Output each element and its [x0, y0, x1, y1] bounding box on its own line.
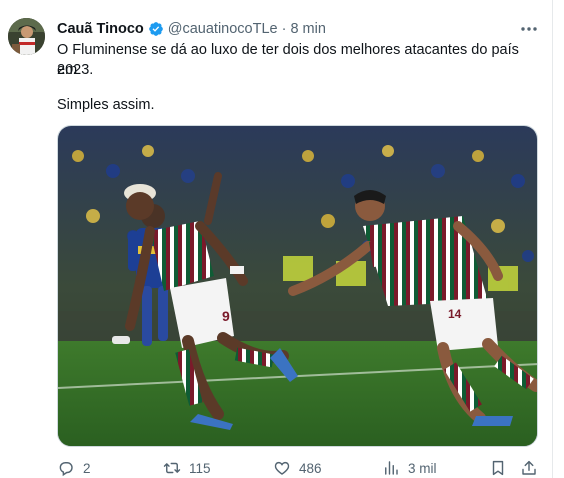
more-icon [521, 27, 537, 31]
handle[interactable]: @cauatinocoTLe [168, 21, 278, 37]
like-count: 486 [299, 460, 322, 476]
heart-icon [274, 461, 290, 475]
avatar-image [8, 18, 45, 55]
share-button[interactable] [520, 458, 538, 478]
timestamp[interactable]: 8 min [290, 21, 325, 37]
display-name[interactable]: Cauã Tinoco [57, 21, 144, 37]
tweet-card: Cauã Tinoco @cauatinocoTLe · 8 min O Flu… [0, 0, 564, 478]
retweet-icon [163, 462, 181, 474]
avatar[interactable] [8, 18, 45, 55]
verified-badge-icon [148, 22, 163, 36]
football-photo: 9 14 [58, 126, 537, 446]
bookmark-icon [492, 460, 504, 476]
tweet-photo[interactable]: 9 14 [57, 125, 538, 447]
separator-dot: · [281, 21, 287, 37]
retweet-count: 115 [189, 460, 211, 476]
reply-button[interactable]: 2 [57, 458, 91, 478]
tweet-text-line-3: Simples assim. [57, 97, 155, 113]
like-button[interactable]: 486 [273, 458, 322, 478]
kit-number-left: 9 [222, 308, 230, 324]
more-options-button[interactable] [517, 19, 541, 39]
reply-icon [59, 462, 73, 477]
tweet-header: Cauã Tinoco @cauatinocoTLe · 8 min [57, 19, 326, 39]
action-bar: 2 115 486 3 mil [57, 458, 547, 478]
tweet-text-line-2: 2023. [57, 62, 94, 78]
views-count: 3 mil [408, 460, 437, 476]
analytics-icon [385, 461, 398, 475]
reply-count: 2 [83, 460, 91, 476]
kit-number-right: 14 [448, 307, 462, 321]
share-icon [522, 460, 536, 475]
timeline-divider [552, 0, 553, 478]
bookmark-button[interactable] [489, 458, 507, 478]
views-button[interactable]: 3 mil [382, 458, 437, 478]
retweet-button[interactable]: 115 [163, 458, 211, 478]
